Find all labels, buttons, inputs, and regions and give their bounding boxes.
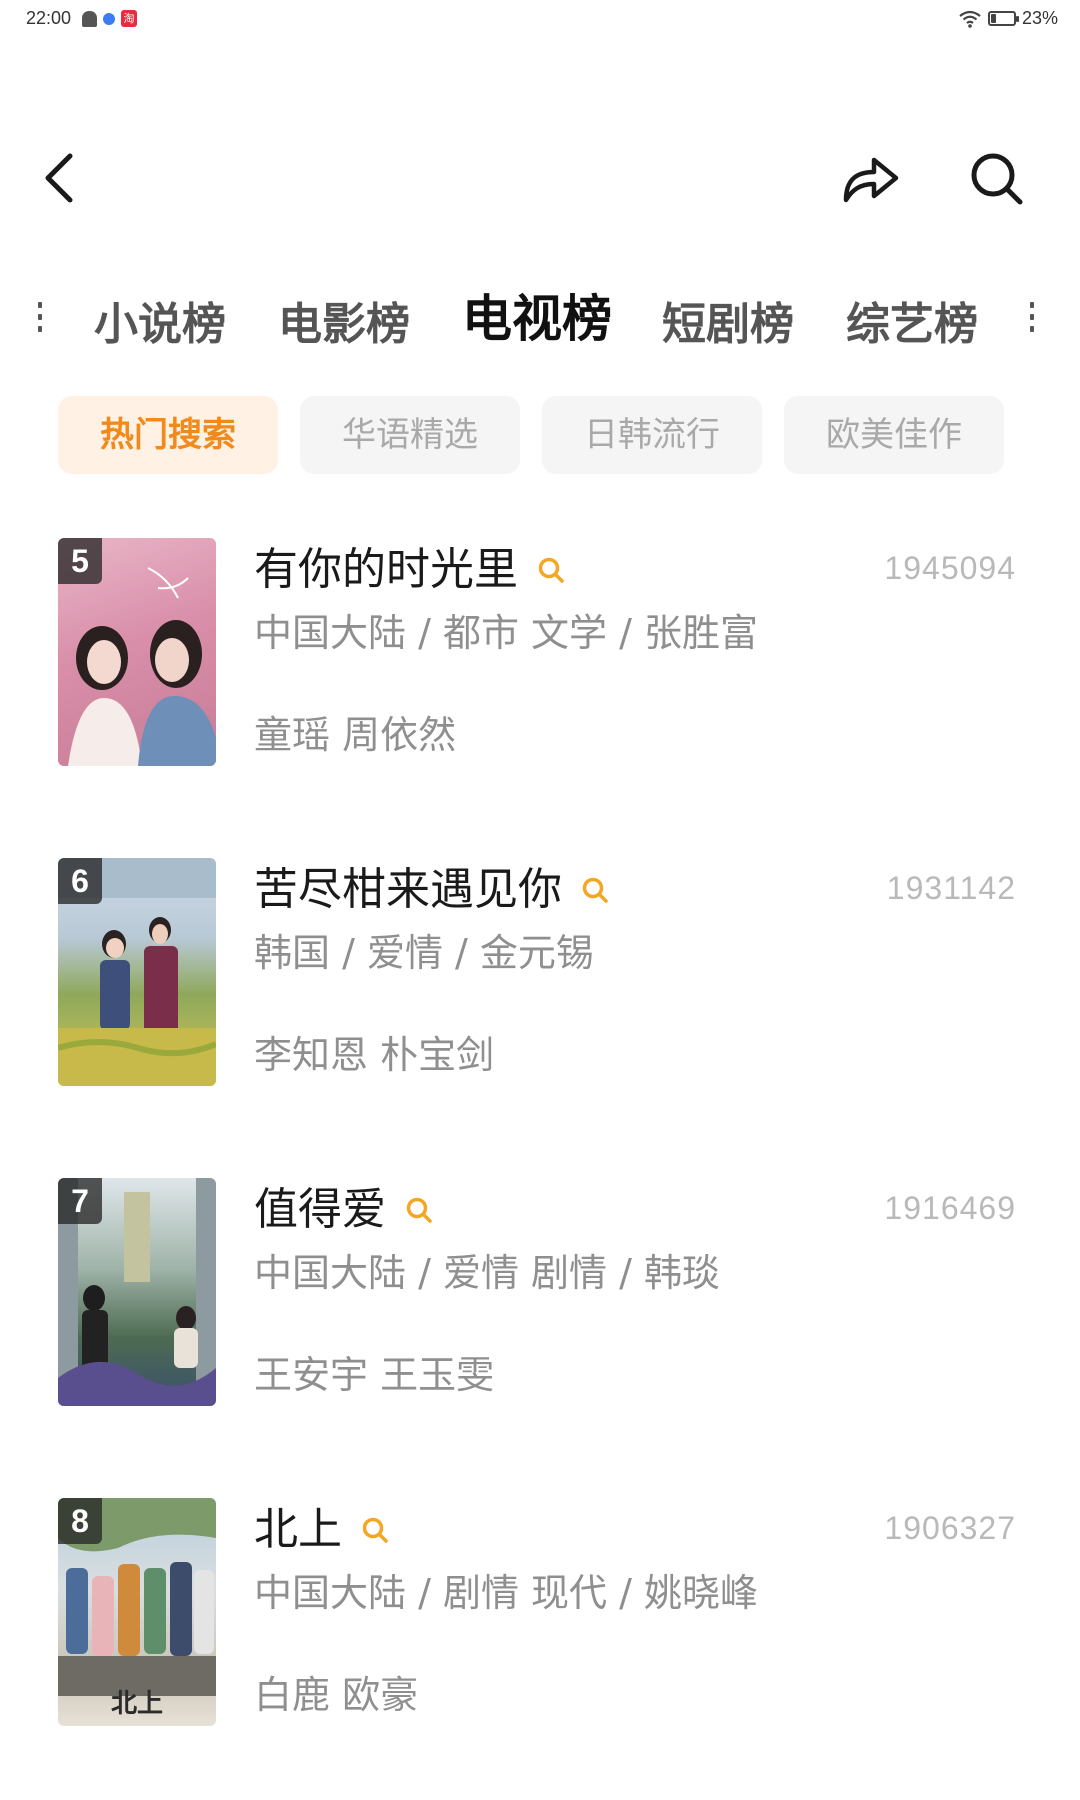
item-meta: 中国大陆 / 剧情 现代 / 姚晓峰 bbox=[254, 1571, 759, 1615]
poster-image[interactable]: 7 bbox=[58, 1178, 216, 1406]
poster-image[interactable]: 8 北上 bbox=[58, 1498, 216, 1726]
partial-tab-right[interactable] bbox=[1030, 302, 1036, 338]
chip-hot-search[interactable]: 热门搜索 bbox=[58, 396, 278, 474]
share-button[interactable] bbox=[840, 150, 902, 206]
partial-tab-left[interactable] bbox=[38, 302, 44, 338]
title-row: 值得爱 bbox=[254, 1182, 434, 1238]
category-tabs: 小说榜 电影榜 电视榜 短剧榜 综艺榜 bbox=[0, 288, 1080, 358]
search-icon[interactable] bbox=[580, 875, 610, 905]
tab-variety[interactable]: 综艺榜 bbox=[846, 298, 978, 352]
taobao-icon: 淘 bbox=[121, 10, 137, 27]
item-title[interactable]: 北上 bbox=[254, 1502, 342, 1558]
list-item[interactable]: 7 值得爱 1916469 中国大陆 / 爱情 剧情 / 韩琰 王安宇 王玉雯 bbox=[0, 1178, 1080, 1418]
search-count: 1931142 bbox=[886, 870, 1016, 906]
item-cast: 王安宇 王玉雯 bbox=[254, 1353, 495, 1397]
poster-caption: 北上 bbox=[110, 1689, 163, 1719]
item-meta: 中国大陆 / 都市 文学 / 张胜富 bbox=[254, 611, 759, 655]
status-time: 22:00 bbox=[26, 8, 72, 28]
chevron-left-icon bbox=[45, 153, 73, 203]
rank-badge: 8 bbox=[58, 1498, 102, 1544]
tab-novels[interactable]: 小说榜 bbox=[94, 298, 226, 352]
notification-icons: 淘 bbox=[82, 10, 137, 27]
tab-tv[interactable]: 电视榜 bbox=[462, 292, 612, 346]
tab-movies[interactable]: 电影榜 bbox=[278, 298, 410, 352]
item-cast: 童瑶 周依然 bbox=[254, 713, 457, 757]
list-item[interactable]: 8 北上 北上 1906327 中国大陆 / 剧情 现代 / 姚晓峰 白鹿 欧豪 bbox=[0, 1498, 1080, 1738]
item-title[interactable]: 苦尽柑来遇见你 bbox=[254, 862, 562, 918]
search-icon[interactable] bbox=[404, 1195, 434, 1225]
title-row: 苦尽柑来遇见你 bbox=[254, 862, 610, 918]
chip-western[interactable]: 欧美佳作 bbox=[784, 396, 1004, 474]
search-count: 1945094 bbox=[884, 550, 1016, 586]
tab-short-drama[interactable]: 短剧榜 bbox=[662, 298, 794, 352]
back-button[interactable] bbox=[40, 150, 80, 206]
search-icon[interactable] bbox=[536, 555, 566, 585]
battery-icon bbox=[987, 11, 1019, 26]
search-icon bbox=[971, 153, 1023, 205]
search-icon[interactable] bbox=[360, 1515, 390, 1545]
wifi-icon bbox=[959, 10, 981, 28]
chip-chinese-picks[interactable]: 华语精选 bbox=[300, 396, 520, 474]
search-count: 1916469 bbox=[884, 1190, 1016, 1226]
app-notification-icon bbox=[103, 12, 115, 25]
battery-percent: 23% bbox=[1021, 8, 1058, 28]
item-cast: 白鹿 欧豪 bbox=[254, 1673, 419, 1717]
title-row: 有你的时光里 bbox=[254, 542, 566, 598]
status-bar: 22:00 淘 23% bbox=[0, 0, 1080, 40]
search-button[interactable] bbox=[968, 150, 1026, 208]
rank-badge: 7 bbox=[58, 1178, 102, 1224]
list-item[interactable]: 5 有你的时光里 1945094 中国大陆 / 都市 文学 / 张胜富 童瑶 周… bbox=[0, 538, 1080, 778]
item-title[interactable]: 值得爱 bbox=[254, 1182, 386, 1238]
item-title[interactable]: 有你的时光里 bbox=[254, 542, 518, 598]
status-right: 23% bbox=[958, 8, 1058, 29]
bell-icon bbox=[82, 10, 97, 27]
title-row: 北上 bbox=[254, 1502, 390, 1558]
item-meta: 韩国 / 爱情 / 金元锡 bbox=[254, 931, 594, 975]
search-count: 1906327 bbox=[884, 1510, 1016, 1546]
item-meta: 中国大陆 / 爱情 剧情 / 韩琰 bbox=[254, 1251, 721, 1295]
share-arrow-icon bbox=[843, 157, 899, 203]
chip-japan-korea[interactable]: 日韩流行 bbox=[542, 396, 762, 474]
poster-image[interactable]: 6 bbox=[58, 858, 216, 1086]
rank-badge: 5 bbox=[58, 538, 102, 584]
list-item[interactable]: 6 苦尽柑来遇见你 1931142 韩国 / 爱情 / 金元锡 李知恩 朴宝剑 bbox=[0, 858, 1080, 1098]
poster-image[interactable]: 5 bbox=[58, 538, 216, 766]
rank-badge: 6 bbox=[58, 858, 102, 904]
item-cast: 李知恩 朴宝剑 bbox=[254, 1033, 495, 1077]
